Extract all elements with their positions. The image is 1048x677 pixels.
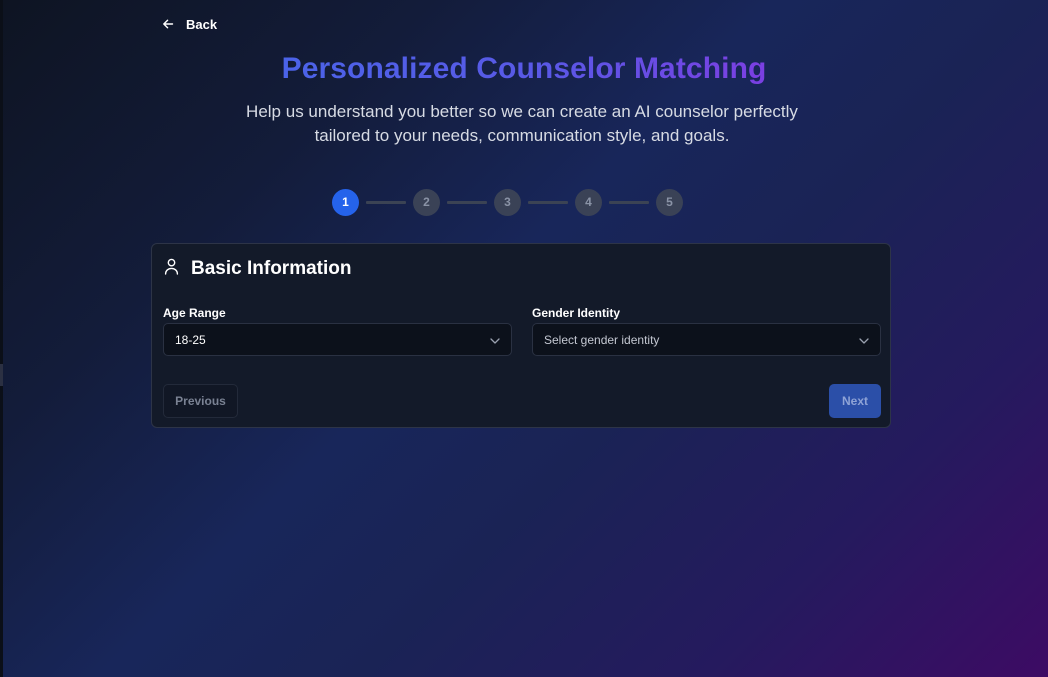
gender-identity-field: Gender Identity Select gender identity: [532, 306, 881, 356]
gender-identity-label: Gender Identity: [532, 306, 621, 320]
page-subtitle: Help us understand you better so we can …: [246, 102, 798, 145]
gender-identity-select[interactable]: Select gender identity: [532, 323, 881, 356]
step-connector: [366, 200, 406, 204]
step-1: 1: [332, 188, 359, 216]
age-range-field: Age Range 18-25: [163, 306, 512, 356]
step-connector: [528, 200, 568, 204]
next-button[interactable]: Next: [829, 384, 881, 418]
back-label: Back: [186, 16, 218, 32]
arrow-left-icon: [162, 18, 174, 30]
edge-marker: [0, 364, 3, 386]
previous-button[interactable]: Previous: [163, 384, 238, 418]
step-connector: [447, 200, 487, 204]
step-2: 2: [413, 188, 440, 216]
age-range-label: Age Range: [163, 306, 226, 320]
gender-identity-placeholder: Select gender identity: [544, 332, 660, 347]
page-title: Personalized Counselor Matching: [281, 52, 767, 85]
step-3: 3: [494, 188, 521, 216]
step-5: 5: [656, 188, 683, 216]
card-header: Basic Information: [164, 258, 351, 280]
basic-info-card: Basic Information Age Range 18-25 Gender…: [151, 243, 891, 428]
back-button[interactable]: Back: [162, 14, 217, 34]
step-connector: [609, 200, 649, 204]
chevron-down-icon: [490, 333, 500, 347]
age-range-select[interactable]: 18-25: [163, 323, 512, 356]
card-title: Basic Information: [191, 258, 352, 279]
progress-stepper: 1 2 3 4 5: [332, 188, 683, 216]
user-icon: [164, 258, 179, 280]
age-range-value: 18-25: [175, 332, 206, 347]
step-4: 4: [575, 188, 602, 216]
window-edge: [0, 0, 3, 677]
chevron-down-icon: [859, 333, 869, 347]
